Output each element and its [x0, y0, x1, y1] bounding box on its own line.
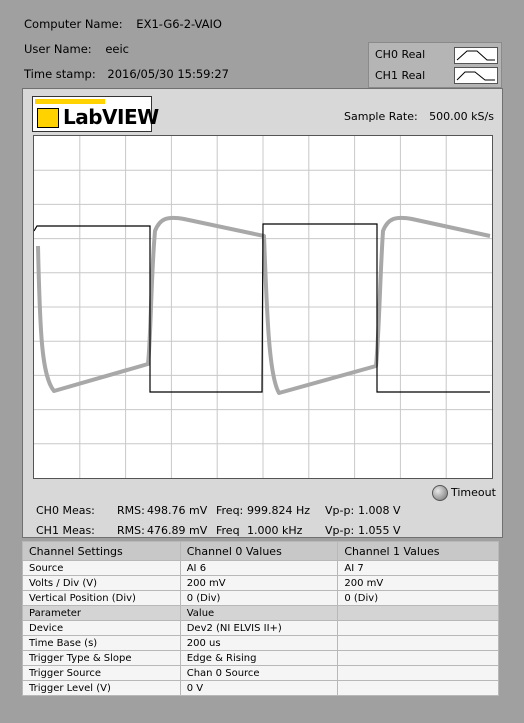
table-cell[interactable]: Dev2 (NI ELVIS II+): [179, 620, 339, 636]
table-cell[interactable]: 0 (Div): [337, 590, 499, 606]
table-cell: Source: [22, 560, 181, 576]
table-row[interactable]: Trigger Source Chan 0 Source: [22, 665, 499, 681]
legend-ch0-swatch[interactable]: [454, 47, 498, 64]
table-cell: [337, 620, 499, 636]
table-cell: [337, 650, 499, 666]
ch0-freq-label: Freq:: [216, 504, 244, 517]
table-cell: Trigger Source: [22, 665, 181, 681]
waveform-plot[interactable]: [33, 136, 492, 478]
timestamp-value: 2016/05/30 15:59:27: [107, 67, 229, 81]
table-cell[interactable]: Chan 0 Source: [179, 665, 339, 681]
table-cell[interactable]: 200 mV: [337, 575, 499, 591]
ch0-rms-value: 498.76 mV: [147, 504, 208, 517]
ch0-vpp-label: Vp-p:: [325, 504, 355, 517]
ch1-rms-label: RMS:: [117, 524, 145, 537]
table-cell: [337, 665, 499, 681]
ch0-trace: [33, 223, 490, 393]
table-row[interactable]: Trigger Type & Slope Edge & Rising: [22, 650, 499, 666]
table-row[interactable]: Volts / Div (V) 200 mV 200 mV: [22, 575, 499, 591]
table-cell: Value: [179, 605, 339, 621]
timestamp-row: Time stamp: 2016/05/30 15:59:27: [24, 67, 229, 81]
ch1-freq-value: 1.000 kHz: [247, 524, 303, 537]
computer-name-value: EX1-G6-2-VAIO: [136, 17, 222, 31]
sample-rate-label: Sample Rate:: [344, 110, 418, 123]
timestamp-label: Time stamp:: [24, 67, 96, 81]
table-cell: [337, 605, 499, 621]
sample-rate-value: 500.00 kS/s: [429, 110, 494, 123]
table-cell: Device: [22, 620, 181, 636]
ch1-meas-label: CH1 Meas:: [36, 524, 95, 537]
legend-ch0-label: CH0 Real: [375, 48, 426, 61]
header-cell: Channel 0 Values: [179, 541, 339, 561]
ch0-swatch-icon: [456, 50, 495, 61]
timeout-led: [432, 485, 448, 501]
user-name-row: User Name: eeic: [24, 42, 129, 56]
ch1-freq-label: Freq: [216, 524, 240, 537]
ch1-vpp-value: 1.055 V: [358, 524, 401, 537]
table-cell[interactable]: 200 mV: [179, 575, 339, 591]
ch0-vpp-value: 1.008 V: [358, 504, 401, 517]
legend-ch1-label: CH1 Real: [375, 69, 426, 82]
table-cell: [337, 680, 499, 696]
ch1-trace: [36, 215, 491, 395]
user-name-value: eeic: [105, 42, 129, 56]
table-cell[interactable]: AI 7: [337, 560, 499, 576]
table-row[interactable]: Vertical Position (Div) 0 (Div) 0 (Div): [22, 590, 499, 606]
channel-settings-table[interactable]: Channel Settings Channel 0 Values Channe…: [22, 541, 499, 696]
table-cell[interactable]: Edge & Rising: [179, 650, 339, 666]
header-cell: Channel 1 Values: [337, 541, 499, 561]
table-row[interactable]: Device Dev2 (NI ELVIS II+): [22, 620, 499, 636]
table-cell: Parameter: [22, 605, 181, 621]
table-cell: Vertical Position (Div): [22, 590, 181, 606]
labview-logo: LabVIEW: [32, 96, 159, 132]
table-cell[interactable]: AI 6: [179, 560, 339, 576]
table-cell[interactable]: 0 (Div): [179, 590, 339, 606]
plot-legend[interactable]: CH0 Real CH1 Real: [368, 42, 502, 88]
header-cell: Channel Settings: [22, 541, 181, 561]
table-header-row: Channel Settings Channel 0 Values Channe…: [22, 541, 499, 561]
ch1-swatch-icon: [456, 71, 495, 81]
table-row[interactable]: Source AI 6 AI 7: [22, 560, 499, 576]
computer-name-label: Computer Name:: [24, 17, 123, 31]
ch0-freq-value: 999.824 Hz: [247, 504, 311, 517]
computer-name-row: Computer Name: EX1-G6-2-VAIO: [24, 17, 222, 31]
ch0-meas-label: CH0 Meas:: [36, 504, 95, 517]
ch1-vpp-label: Vp-p:: [325, 524, 355, 537]
table-subheader-row: Parameter Value: [22, 605, 499, 621]
table-row[interactable]: Trigger Level (V) 0 V: [22, 680, 499, 696]
table-cell: [337, 635, 499, 651]
table-cell: Trigger Type & Slope: [22, 650, 181, 666]
waveform-graph[interactable]: [33, 135, 493, 479]
timeout-label: Timeout: [451, 486, 496, 499]
table-cell[interactable]: 200 us: [179, 635, 339, 651]
table-cell: Volts / Div (V): [22, 575, 181, 591]
ch0-rms-label: RMS:: [117, 504, 145, 517]
table-cell[interactable]: 0 V: [179, 680, 339, 696]
ch1-rms-value: 476.89 mV: [147, 524, 208, 537]
logo-text: LabVIEW: [63, 105, 159, 129]
sample-rate: Sample Rate: 500.00 kS/s: [344, 110, 494, 123]
legend-ch1-swatch[interactable]: [454, 67, 498, 84]
table-row[interactable]: Time Base (s) 200 us: [22, 635, 499, 651]
table-cell: Time Base (s): [22, 635, 181, 651]
user-name-label: User Name:: [24, 42, 92, 56]
table-cell: Trigger Level (V): [22, 680, 181, 696]
